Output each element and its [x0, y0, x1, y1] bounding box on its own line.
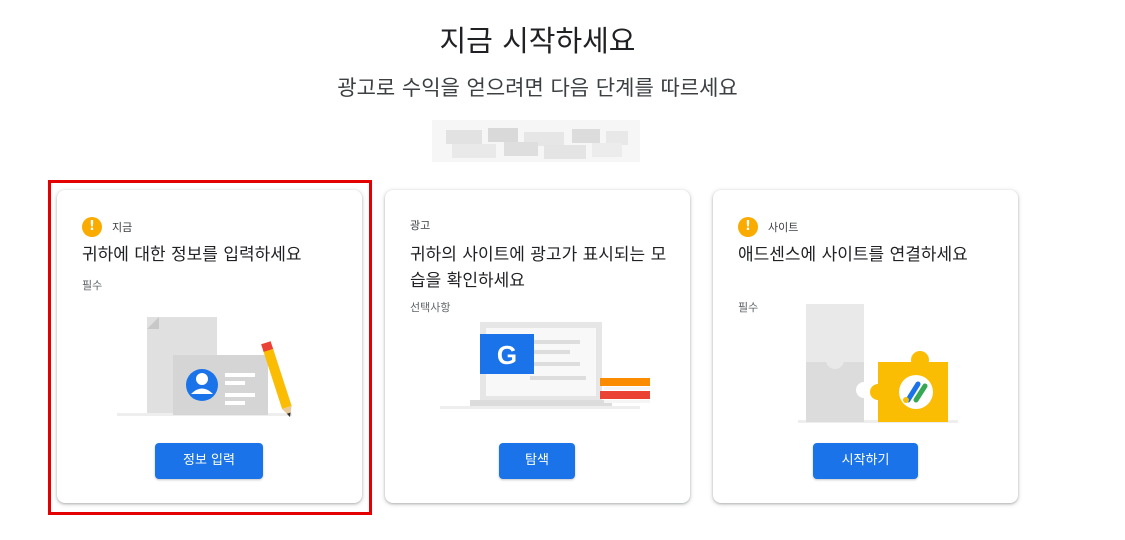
card-title: 귀하의 사이트에 광고가 표시되는 모습을 확인하세요 [410, 245, 667, 291]
card-header: ! 사이트 [738, 217, 798, 237]
get-started-button[interactable]: 시작하기 [813, 443, 918, 479]
puzzle-illustration [798, 304, 958, 423]
card-ad-preview: 광고 귀하의 사이트에 광고가 표시되는 모습을 확인하세요 선택사항 G 탐색 [385, 190, 690, 503]
warning-icon: ! [82, 217, 102, 237]
card-header: 광고 [410, 217, 430, 233]
card-title: 애드센스에 사이트를 연결하세요 [738, 245, 968, 265]
card-status: 필수 [738, 301, 759, 314]
card-title: 귀하에 대한 정보를 입력하세요 [82, 245, 302, 265]
card-tag: 광고 [410, 219, 431, 232]
card-status: 선택사항 [410, 301, 451, 314]
warning-icon: ! [738, 217, 758, 237]
card-account-info: ! 지금 귀하에 대한 정보를 입력하세요 필수 정보 입력 [57, 190, 362, 503]
card-header: ! 지금 [82, 217, 132, 237]
card-connect-site: ! 사이트 애드센스에 사이트를 연결하세요 필수 시작하기 [713, 190, 1018, 503]
google-g-icon: G [497, 340, 517, 370]
card-tag: 사이트 [768, 221, 799, 234]
profile-card-illustration [117, 317, 292, 417]
ad-preview-illustration: G [440, 322, 650, 409]
card-status: 필수 [82, 279, 103, 292]
blurred-publisher-id [432, 120, 640, 162]
page-subtitle: 광고로 수익을 얻으려면 다음 단계를 따르세요 [337, 76, 738, 100]
card-tag: 지금 [112, 221, 133, 234]
enter-info-button[interactable]: 정보 입력 [155, 443, 263, 479]
page-title: 지금 시작하세요 [439, 24, 636, 58]
explore-button[interactable]: 탐색 [499, 443, 575, 479]
